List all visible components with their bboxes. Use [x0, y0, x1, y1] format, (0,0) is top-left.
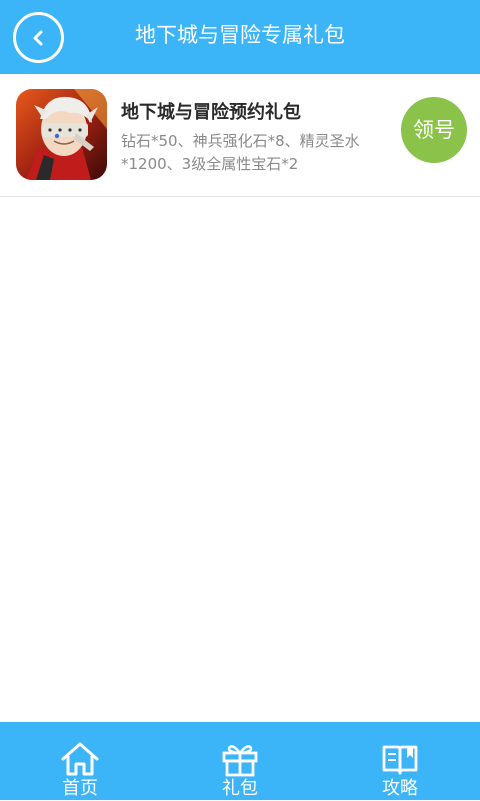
home-icon: [59, 741, 101, 777]
game-icon: [16, 89, 107, 180]
gift-title: 地下城与冒险预约礼包: [121, 102, 301, 123]
app-header: 地下城与冒险专属礼包: [0, 0, 480, 74]
gift-icon: [219, 741, 261, 777]
nav-label-home: 首页: [62, 778, 98, 799]
nav-item-guide[interactable]: 攻略: [320, 722, 480, 800]
page-title: 地下城与冒险专属礼包: [135, 23, 345, 47]
gift-list-item[interactable]: 地下城与冒险预约礼包 钻石*50、神兵强化石*8、精灵圣水*1200、3级全属性…: [0, 74, 480, 197]
nav-item-gift[interactable]: 礼包: [160, 722, 320, 800]
gift-description: 钻石*50、神兵强化石*8、精灵圣水*1200、3级全属性宝石*2: [121, 132, 360, 173]
nav-label-guide: 攻略: [382, 778, 418, 799]
bottom-nav: 首页 礼包 攻略: [0, 722, 480, 800]
claim-button[interactable]: 领号: [401, 97, 467, 163]
nav-label-gift: 礼包: [222, 778, 258, 799]
nav-item-home[interactable]: 首页: [0, 722, 160, 800]
book-icon: [379, 741, 421, 777]
